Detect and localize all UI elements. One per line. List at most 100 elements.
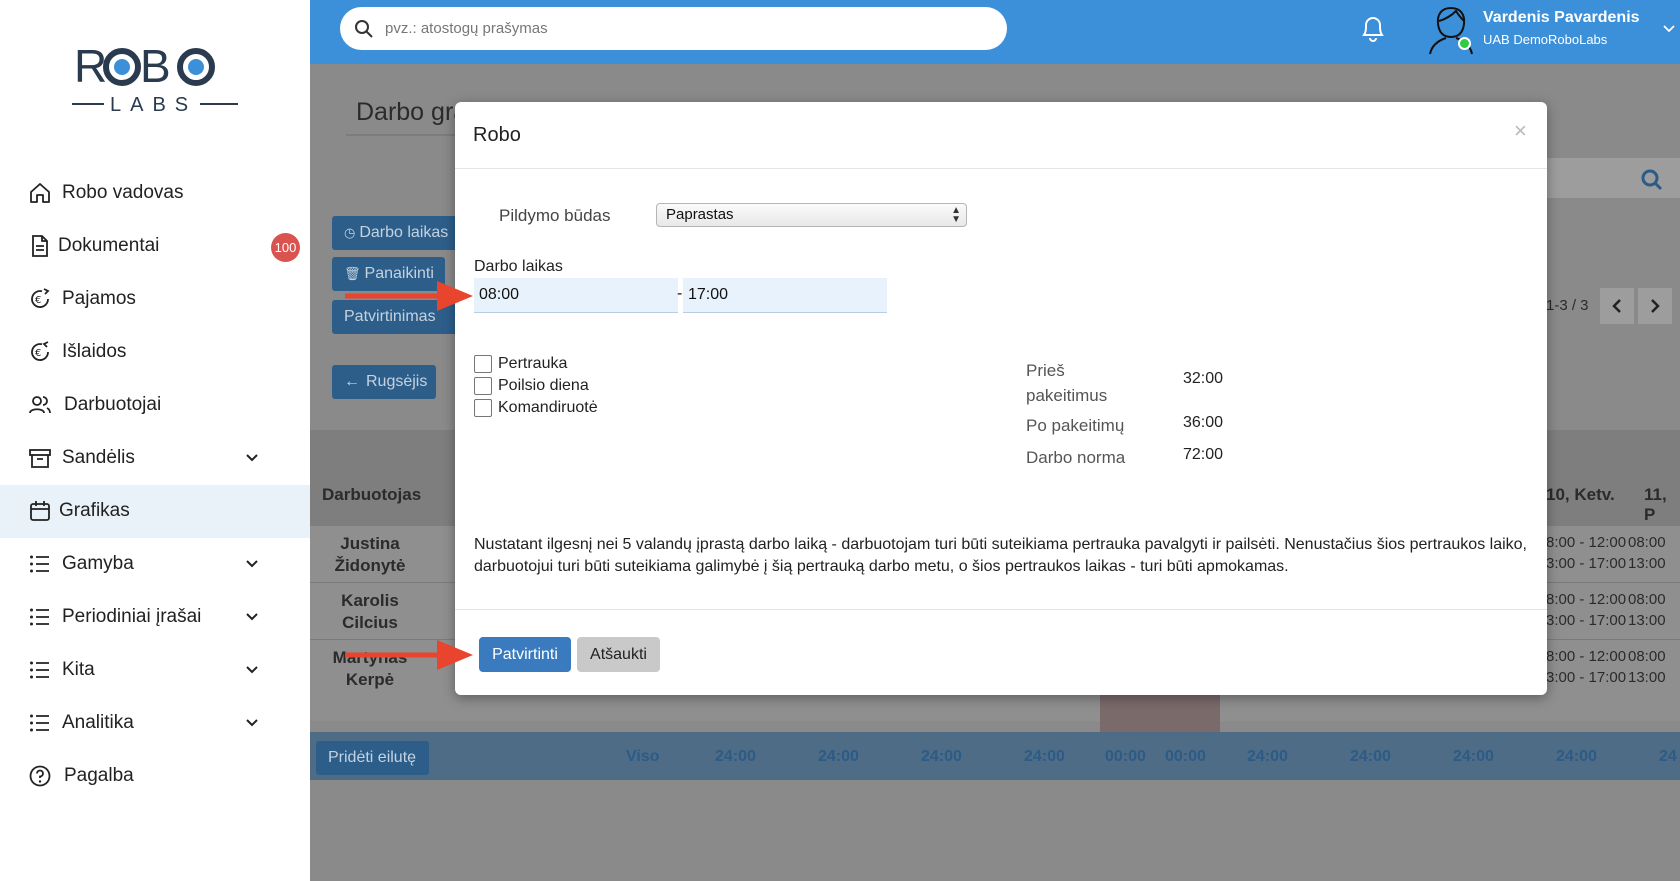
sidebar-item-robo-vadovas[interactable]: Robo vadovas [0,167,310,220]
shift-time: 8:00 - 12:00 [1546,534,1627,551]
bell-icon[interactable] [1358,12,1388,44]
checkbox-box[interactable] [474,377,492,395]
button-label: Pridėti eilutę [328,749,417,766]
employee-last-name: Židonytė [334,556,406,575]
calendar-icon [30,501,50,521]
total-value: 00:00 [1105,748,1146,765]
sidebar-item-grafikas[interactable]: Grafikas [0,485,310,538]
help-icon [29,765,51,787]
before-label-line-2: pakeitimus [1026,386,1108,405]
business-trip-checkbox[interactable]: Komandiruotė [474,399,598,417]
time-to-input[interactable]: 17:00 [683,278,887,313]
weekend-cell [1100,694,1220,734]
work-time-modal: Robo × Pildymo būdas Paprastas ▲ ▼ Darbo … [455,102,1547,695]
sidebar-item-islaidos[interactable]: € Išlaidos [0,326,310,379]
robolabs-logo[interactable]: R B LABS [70,40,240,120]
svg-text:R: R [74,40,106,92]
rest-day-checkbox[interactable]: Poilsio diena [474,377,589,395]
col-day-10: 10, Ketv. [1546,485,1615,504]
total-value: 24:00 [921,748,962,765]
bg-month-button: ← Rugsėjis [332,365,436,399]
expenses-icon: € [31,341,49,361]
modal-title: Robo [473,124,521,146]
break-checkbox[interactable]: Pertrauka [474,355,567,373]
before-changes-value: 32:00 [1183,370,1224,387]
sidebar-item-gamyba[interactable]: Gamyba [0,538,310,591]
divider [455,609,1547,610]
total-value: 24:00 [1247,748,1288,765]
sidebar-item-label: Periodiniai įrašai [62,606,202,627]
total-value: 24:00 [715,748,756,765]
work-norm-label: Darbo norma [1026,448,1126,467]
sidebar-item-dokumentai[interactable]: Dokumentai 100 [0,220,310,273]
user-company: UAB DemoRoboLabs [1483,32,1608,47]
cancel-button[interactable]: Atšaukti [577,637,660,672]
sidebar-item-analitika[interactable]: Analitika [0,697,310,750]
sidebar-item-label: Sandėlis [62,447,135,468]
sidebar-item-pajamos[interactable]: € Pajamos [0,273,310,326]
income-icon: € [31,288,50,308]
total-value: 24:00 [1350,748,1391,765]
time-from-input[interactable]: 08:00 [474,278,678,313]
list-icon [30,555,49,573]
after-changes-label: Po pakeitimų [1026,416,1125,435]
search-icon [355,20,373,38]
confirm-button[interactable]: Patvirtinti [479,637,571,672]
sidebar-item-kita[interactable]: Kita [0,644,310,697]
bg-work-time-button: ◷ Darbo laikas [332,216,472,250]
notification-badge: 100 [271,233,300,262]
fill-mode-select[interactable]: Paprastas ▲ ▼ [656,203,967,227]
time-separator: - [677,285,683,302]
total-label: Viso [626,748,660,765]
sidebar-item-label: Pajamos [62,288,136,309]
sidebar-item-darbuotojai[interactable]: Darbuotojai [0,379,310,432]
page-title: Darbo gra [356,98,468,126]
before-label-line-1: Prieš [1026,361,1065,380]
chevron-down-icon [246,613,258,621]
total-value: 24:00 [1453,748,1494,765]
list-icon [30,714,49,732]
sidebar-item-sandelis[interactable]: Sandėlis [0,432,310,485]
employee-last-name: Kerpė [345,670,395,689]
svg-text:B: B [140,40,171,92]
search-input[interactable]: pvz.: atostogų prašymas [340,7,1007,50]
sidebar-item-pagalba[interactable]: Pagalba [0,750,310,803]
shift-time: 08:00 [1628,534,1666,551]
svg-text:€: € [35,295,41,306]
user-name: Vardenis Pavardenis [1483,9,1640,26]
select-arrows-icon: ▲ ▼ [951,205,961,225]
total-value: 24 [1659,748,1677,765]
before-changes-label: Prieš pakeitimus [1026,358,1107,408]
button-label: Rugsėjis [366,373,428,390]
chevron-down-icon[interactable] [1662,22,1676,36]
checkbox-box[interactable] [474,355,492,373]
sidebar-item-label: Dokumentai [58,235,160,256]
shift-time: 13:00 [1628,669,1666,686]
top-header: pvz.: atostogų prašymas Vardenis Pavarde… [310,0,1680,64]
sidebar-item-label: Pagalba [64,765,134,786]
shift-time: 8:00 - 12:00 [1546,591,1627,608]
arrow-left-icon: ← [344,373,360,390]
chevron-down-icon [246,666,258,674]
chevron-down-icon [246,454,258,462]
shift-time: 13:00 [1628,612,1666,629]
employee-first-name: Justina [340,534,400,553]
sidebar-item-label: Darbuotojai [64,394,162,415]
close-icon[interactable]: × [1514,118,1527,144]
document-icon [32,235,48,257]
chevron-right-icon [1651,299,1660,313]
svg-text:LABS: LABS [110,94,197,116]
shift-time: 08:00 [1628,648,1666,665]
add-row-button: Pridėti eilutę [316,741,429,775]
sidebar-item-label: Robo vadovas [62,182,184,203]
button-label: Darbo laikas [359,224,449,241]
sidebar-item-periodiniai-irasai[interactable]: Periodiniai įrašai [0,591,310,644]
checkbox-box[interactable] [474,399,492,417]
shift-time: 08:00 [1628,591,1666,608]
sidebar-item-label: Kita [62,659,95,680]
checkbox-label: Komandiruotė [498,399,598,416]
sidebar-item-label: Išlaidos [62,341,127,362]
employees-icon [29,396,51,414]
work-time-label: Darbo laikas [474,258,563,275]
shift-time: 3:00 - 17:00 [1546,555,1627,572]
